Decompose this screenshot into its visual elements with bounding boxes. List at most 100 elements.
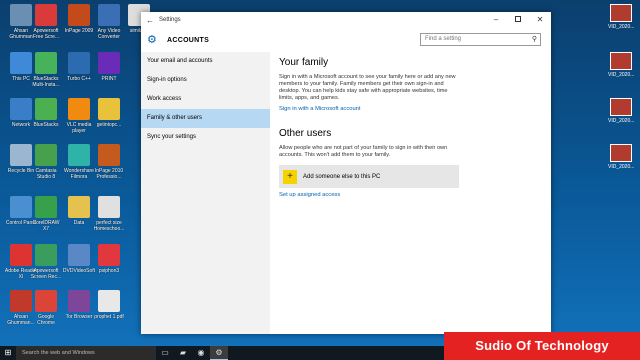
title-bar: ← Settings – ✕ — [141, 12, 551, 28]
app-icon — [68, 52, 90, 74]
desktop-icon[interactable]: psiphon3 — [92, 244, 126, 274]
gear-icon: ⚙ — [147, 34, 157, 46]
task-view-icon[interactable]: ▭ — [156, 346, 174, 360]
desktop-icon[interactable]: Wondershare Filmora — [62, 144, 96, 180]
app-icon — [68, 196, 90, 218]
app-icon — [35, 144, 57, 166]
desktop-icon-label: perfect size Homeschoo... — [93, 220, 125, 232]
desktop-icon[interactable]: Data — [62, 196, 96, 226]
file-explorer-icon[interactable]: ▰ — [174, 346, 192, 360]
maximize-button[interactable] — [507, 12, 529, 28]
video-file-icon[interactable]: VID_2020... — [608, 4, 634, 30]
video-thumbnail — [610, 98, 632, 116]
desktop-icon-label: Camtasia Studio 8 — [35, 168, 57, 180]
desktop-icon[interactable]: prophet 1.pdf — [92, 290, 126, 320]
app-icon — [68, 244, 90, 266]
video-file-icon[interactable]: VID_2020... — [608, 98, 634, 124]
desktop-icon-label: Apowersoft Screen Rec... — [30, 268, 62, 280]
desktop-icon[interactable]: Apowersoft Screen Rec... — [29, 244, 63, 280]
nav-item-sign-in-options[interactable]: Sign-in options — [141, 71, 270, 90]
desktop-icon-label: BlueStacks — [33, 122, 59, 128]
app-icon — [98, 196, 120, 218]
video-file-icon[interactable]: VID_2020... — [608, 144, 634, 170]
desktop-icon-label: Wondershare Filmora — [64, 168, 94, 180]
search-input[interactable]: Find a setting ⚲ — [420, 33, 541, 46]
desktop-icon[interactable]: perfect size Homeschoo... — [92, 196, 126, 232]
desktop-icon-label: InPage 2009 — [64, 28, 94, 34]
desktop-icon[interactable]: DVDVideoSoft — [62, 244, 96, 274]
desktop-icon-label: VLC media player — [66, 122, 92, 134]
desktop-icon-label: BlueStacks Multi-Insta... — [32, 76, 60, 88]
settings-header: ⚙ ACCOUNTS Find a setting ⚲ — [141, 28, 551, 52]
chrome-icon[interactable]: ◉ — [192, 346, 210, 360]
family-heading: Your family — [279, 57, 329, 68]
nav-item-sync-settings[interactable]: Sync your settings — [141, 128, 270, 147]
close-button[interactable]: ✕ — [529, 12, 551, 28]
desktop-icon[interactable]: Camtasia Studio 8 — [29, 144, 63, 180]
desktop-icon-label: prophet 1.pdf — [94, 314, 124, 320]
brand-banner: Sudio Of Technology — [444, 332, 640, 360]
app-icon — [98, 4, 120, 26]
desktop-icon-label: DVDVideoSoft — [62, 268, 96, 274]
sign-in-microsoft-link[interactable]: Sign in with a Microsoft account — [279, 106, 541, 112]
nav-item-email-accounts[interactable]: Your email and accounts — [141, 52, 270, 71]
desktop-icon[interactable]: getintopc... — [92, 98, 126, 128]
desktop-icon[interactable]: Google Chrome — [29, 290, 63, 326]
video-thumbnail — [610, 52, 632, 70]
desktop-icon[interactable]: Any Video Converter — [92, 4, 126, 40]
app-icon — [35, 4, 57, 26]
app-icon — [35, 244, 57, 266]
add-someone-label: Add someone else to this PC — [303, 173, 381, 180]
desktop-icon[interactable]: VLC media player — [62, 98, 96, 134]
settings-taskbar-icon[interactable]: ⚙ — [210, 346, 228, 360]
desktop-icon[interactable]: Tor Browser — [62, 290, 96, 320]
search-icon[interactable]: ⚲ — [532, 35, 537, 43]
back-arrow-icon[interactable]: ← — [141, 16, 159, 25]
desktop-icon-label: Any Video Converter — [97, 28, 121, 40]
video-file-label: VID_2020... — [608, 24, 635, 30]
desktop-icon[interactable]: Turbo C++ — [62, 52, 96, 82]
video-file-label: VID_2020... — [608, 72, 635, 78]
desktop-icon[interactable]: CorelDRAW X7 — [29, 196, 63, 232]
desktop-icon[interactable]: InPage 2010 Professio... — [92, 144, 126, 180]
other-users-heading: Other users — [279, 128, 332, 139]
settings-content: Your family Sign in with a Microsoft acc… — [279, 52, 541, 334]
search-placeholder: Find a setting — [425, 36, 462, 42]
desktop-icon-label: psiphon3 — [98, 268, 120, 274]
desktop-icon-label: Data — [73, 220, 85, 226]
desktop-icon-label: CorelDRAW X7 — [32, 220, 60, 232]
video-file-label: VID_2020... — [608, 164, 635, 170]
app-icon — [68, 290, 90, 312]
app-icon — [35, 290, 57, 312]
desktop-icon[interactable]: PRINT — [92, 52, 126, 82]
desktop-icon-label: PRINT — [101, 76, 117, 82]
minimize-button[interactable]: – — [485, 12, 507, 28]
add-someone-button[interactable]: + Add someone else to this PC — [279, 165, 459, 188]
app-icon — [68, 144, 90, 166]
app-icon — [98, 52, 120, 74]
desktop-icon[interactable]: InPage 2009 — [62, 4, 96, 34]
desktop-icon[interactable]: BlueStacks — [29, 98, 63, 128]
app-icon — [98, 144, 120, 166]
other-users-description: Allow people who are not part of your fa… — [279, 145, 448, 158]
plus-icon: + — [283, 169, 297, 184]
windows-start-icon[interactable]: ⊞ — [0, 346, 16, 360]
nav-item-family-other-users[interactable]: Family & other users — [141, 109, 270, 128]
video-file-icon[interactable]: VID_2020... — [608, 52, 634, 78]
desktop-icon[interactable]: BlueStacks Multi-Insta... — [29, 52, 63, 88]
assigned-access-link[interactable]: Set up assigned access — [279, 192, 541, 198]
app-icon — [98, 98, 120, 120]
page-title: ACCOUNTS — [167, 36, 210, 44]
family-description: Sign in with a Microsoft account to see … — [279, 74, 456, 101]
desktop-icon-label: Tor Browser — [65, 314, 93, 320]
app-icon — [35, 196, 57, 218]
taskbar-search[interactable]: Search the web and Windows — [16, 346, 156, 360]
desktop-icon-label: InPage 2010 Professio... — [94, 168, 124, 180]
video-thumbnail — [610, 144, 632, 162]
video-thumbnail — [610, 4, 632, 22]
nav-item-work-access[interactable]: Work access — [141, 90, 270, 109]
app-icon — [35, 98, 57, 120]
desktop-icon[interactable]: Apowersoft Free Scre... — [29, 4, 63, 40]
desktop-icon-label: getintopc... — [96, 122, 122, 128]
video-file-label: VID_2020... — [608, 118, 635, 124]
